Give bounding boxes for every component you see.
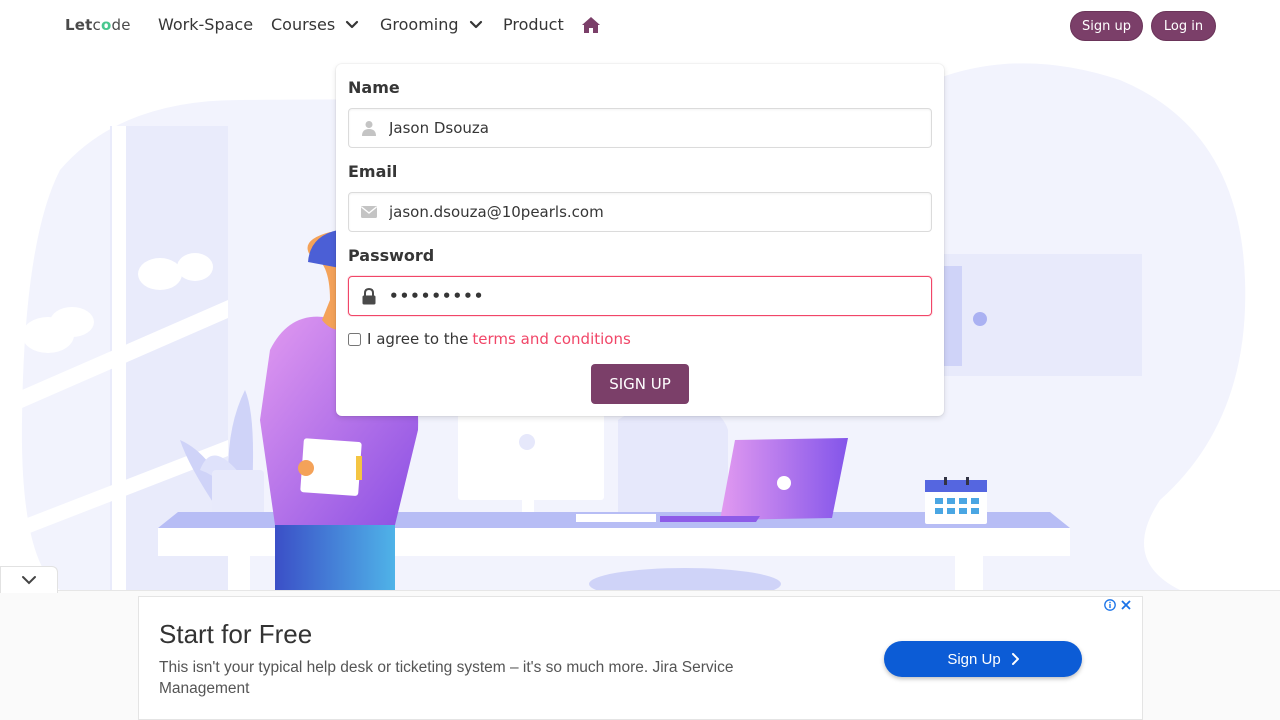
- chevron-down-icon: [346, 20, 359, 28]
- brand-part: c: [92, 16, 101, 34]
- chevron-right-icon: [1011, 653, 1019, 665]
- home-icon[interactable]: [581, 16, 601, 34]
- brand-part: de: [111, 16, 131, 34]
- nav-product-label: Product: [503, 15, 564, 34]
- user-icon: [349, 109, 389, 147]
- login-nav-label: Log in: [1163, 18, 1204, 34]
- signup-nav-label: Sign up: [1082, 18, 1131, 34]
- name-input[interactable]: [389, 110, 909, 146]
- nav-courses-dropdown[interactable]: Courses: [271, 15, 361, 34]
- terms-link[interactable]: terms and conditions: [472, 330, 630, 348]
- ad-collapse-toggle[interactable]: [0, 566, 58, 593]
- chevron-down-icon: [22, 576, 36, 585]
- brand-logo[interactable]: Letcode: [65, 16, 131, 34]
- info-icon[interactable]: [1104, 599, 1116, 611]
- name-label: Name: [348, 78, 400, 97]
- terms-agreement: I agree to the terms and conditions: [348, 330, 631, 348]
- nav-grooming-label: Grooming: [380, 15, 459, 34]
- ad-signup-label: Sign Up: [947, 650, 1001, 668]
- brand-accent-letter: o: [100, 16, 112, 34]
- chevron-down-icon: [469, 20, 482, 28]
- signup-nav-button[interactable]: Sign up: [1070, 11, 1143, 41]
- nav-grooming-dropdown[interactable]: Grooming: [380, 15, 485, 34]
- ad-title: Start for Free: [159, 619, 313, 649]
- agree-checkbox[interactable]: [348, 332, 361, 346]
- ad-signup-button[interactable]: Sign Up: [884, 641, 1082, 677]
- email-input[interactable]: [389, 194, 909, 230]
- email-label: Email: [348, 162, 398, 181]
- login-nav-button[interactable]: Log in: [1151, 11, 1216, 41]
- password-input[interactable]: [389, 278, 909, 314]
- ad-banner[interactable]: Start for Free This isn't your typical h…: [138, 596, 1143, 720]
- brand-part: Let: [65, 16, 93, 34]
- top-navbar: Letcode Work-Space Courses Grooming Prod…: [0, 0, 1280, 52]
- close-icon[interactable]: [1120, 599, 1132, 611]
- agree-text: I agree to the: [367, 330, 469, 348]
- ad-description: This isn't your typical help desk or tic…: [159, 659, 734, 697]
- nav-courses-label: Courses: [271, 15, 336, 34]
- name-field: [348, 108, 932, 148]
- lock-icon: [349, 277, 389, 315]
- envelope-icon: [349, 193, 389, 231]
- signup-submit-button[interactable]: SIGN UP: [591, 364, 689, 404]
- ad-controls: [1104, 599, 1132, 611]
- nav-product[interactable]: Product: [503, 15, 564, 34]
- signup-form-card: Name Email Password I agree to the terms…: [336, 64, 944, 416]
- email-field: [348, 192, 932, 232]
- nav-workspace-label: Work-Space: [158, 15, 254, 34]
- password-label: Password: [348, 246, 435, 265]
- nav-workspace[interactable]: Work-Space: [158, 15, 253, 34]
- password-field: [348, 276, 932, 316]
